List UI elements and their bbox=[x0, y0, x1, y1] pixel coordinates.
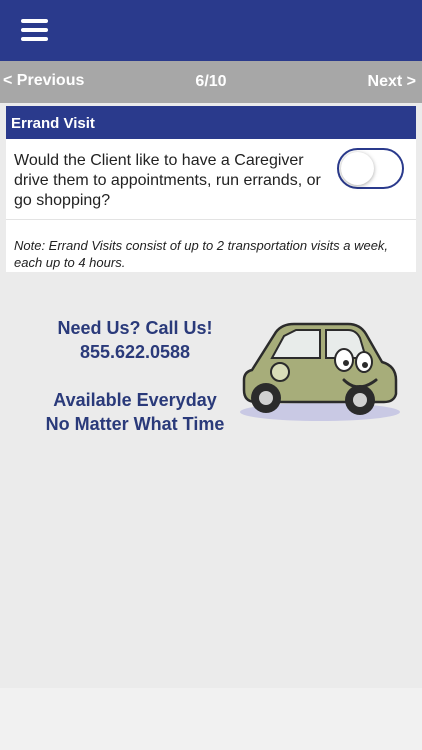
car-eye-left bbox=[334, 348, 354, 372]
errand-visit-card: Errand Visit Would the Client like to ha… bbox=[6, 106, 416, 272]
availability-line-1: Available Everyday bbox=[53, 390, 217, 410]
previous-button[interactable]: < Previous bbox=[3, 72, 84, 90]
car-eye-right bbox=[355, 351, 373, 373]
car-hubcap-front bbox=[353, 393, 367, 407]
errand-visit-toggle[interactable] bbox=[337, 148, 404, 189]
car-pupil-left bbox=[343, 360, 349, 366]
errand-question: Would the Client like to have a Caregive… bbox=[14, 152, 321, 209]
divider bbox=[6, 219, 416, 220]
next-button[interactable]: Next > bbox=[368, 73, 416, 91]
car-hubcap-rear bbox=[259, 391, 273, 405]
car-logo-badge bbox=[270, 362, 290, 382]
section-title: Errand Visit bbox=[6, 106, 416, 139]
call-us-headline: Need Us? Call Us! bbox=[57, 318, 213, 338]
footer-area bbox=[0, 688, 422, 750]
smiling-car-illustration bbox=[240, 322, 400, 421]
availability-line-2: No Matter What Time bbox=[45, 414, 225, 434]
car-pupil-right bbox=[362, 362, 368, 368]
toggle-knob bbox=[341, 152, 374, 185]
errand-note: Note: Errand Visits consist of up to 2 t… bbox=[14, 238, 389, 270]
phone-number[interactable]: 855.622.0588 bbox=[20, 340, 250, 364]
app-header bbox=[0, 0, 422, 61]
pager-bar: < Previous 6/10 Next > bbox=[0, 61, 422, 103]
hamburger-menu-icon[interactable] bbox=[21, 19, 48, 41]
